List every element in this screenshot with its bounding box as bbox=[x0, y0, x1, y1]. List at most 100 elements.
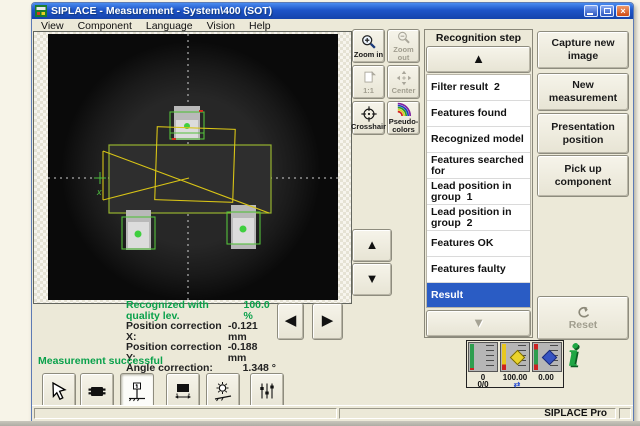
up-triangle-icon: ▲ bbox=[472, 52, 485, 66]
minimize-icon bbox=[587, 13, 593, 15]
quality-label: Recognized with quality lev. bbox=[126, 300, 243, 321]
quality-value: 100.0 % bbox=[243, 300, 276, 321]
camera-viewport: x bbox=[33, 31, 352, 304]
axis-marker bbox=[94, 172, 106, 184]
angle-value: 0.00 bbox=[530, 374, 562, 382]
statusbar-panel-main: SIPLACE Pro bbox=[339, 408, 616, 419]
statusbar-panel-left bbox=[34, 408, 337, 419]
statusbar-product-name: SIPLACE Pro bbox=[544, 408, 607, 419]
center-button: Center bbox=[387, 65, 420, 99]
menu-item-view[interactable]: View bbox=[34, 20, 71, 32]
zoom-out-label: Zoom out bbox=[388, 46, 419, 63]
pos-x-value: -0.121 mm bbox=[228, 321, 276, 342]
indicator-angle bbox=[532, 342, 562, 372]
menu-item-help[interactable]: Help bbox=[242, 20, 278, 32]
pos-x-label: Position correction X: bbox=[126, 321, 228, 342]
minimize-button[interactable] bbox=[584, 5, 598, 17]
list-scroll-up-button[interactable]: ▲ bbox=[426, 46, 531, 73]
recognition-step-item[interactable]: Recognized model bbox=[427, 127, 530, 153]
reset-label: Reset bbox=[569, 319, 598, 332]
component-body-outline bbox=[109, 145, 271, 213]
recognition-step-item[interactable]: Features searched for bbox=[427, 153, 530, 179]
statusbar-panel-right bbox=[619, 408, 631, 419]
capture-new-image-button[interactable]: Capture new image bbox=[537, 31, 629, 69]
recognition-step-list: Filter result 2 Features found Recognize… bbox=[426, 74, 531, 308]
menu-item-component[interactable]: Component bbox=[71, 20, 139, 32]
vision-overlay: x bbox=[48, 34, 338, 300]
one-to-one-label: 1:1 bbox=[363, 87, 374, 95]
count-ratio-value: 0/0 bbox=[468, 381, 498, 389]
status-bar: SIPLACE Pro bbox=[32, 405, 633, 421]
camera-image[interactable]: x bbox=[48, 34, 338, 300]
pos-y-value: -0.188 mm bbox=[228, 342, 276, 363]
recognition-step-item[interactable]: Lead position in group 2 bbox=[427, 205, 530, 231]
new-measurement-button[interactable]: New measurement bbox=[537, 73, 629, 111]
transfer-arrows-icon: ⇄ bbox=[511, 381, 523, 389]
list-scroll-down-button: ▼ bbox=[426, 310, 531, 337]
recognition-step-item-selected[interactable]: Result bbox=[427, 283, 530, 308]
angle-scale-bar bbox=[534, 344, 538, 370]
recognition-step-header: Recognition step bbox=[425, 30, 532, 46]
page-icon bbox=[360, 69, 378, 87]
center-label: Center bbox=[392, 87, 416, 95]
step-up-button[interactable]: ▲ bbox=[352, 229, 392, 262]
pointer-tool-button[interactable] bbox=[42, 373, 76, 409]
pseudo-colors-button[interactable]: Pseudo-colors bbox=[387, 101, 420, 135]
crosshair-icon bbox=[360, 105, 378, 123]
maximize-button[interactable] bbox=[600, 5, 614, 17]
page-margin bbox=[0, 421, 640, 426]
pointer-cursor-icon bbox=[48, 380, 70, 402]
recognition-step-item[interactable]: Features found bbox=[427, 101, 530, 127]
center-arrows-icon bbox=[395, 69, 413, 87]
component-chip-icon bbox=[86, 380, 108, 402]
quality-scale-bar bbox=[502, 344, 506, 370]
info-icon[interactable]: i bbox=[568, 342, 579, 372]
zoom-out-button: Zoom out bbox=[387, 29, 420, 63]
presentation-position-button[interactable]: Presentation position bbox=[537, 113, 629, 154]
indicator-quality bbox=[500, 342, 530, 372]
recognition-step-item[interactable]: Features faulty bbox=[427, 257, 530, 283]
axis-label: x bbox=[96, 187, 102, 197]
recognition-step-item[interactable]: Filter result 2 bbox=[427, 75, 530, 101]
rainbow-icon bbox=[395, 102, 413, 118]
app-window: SIPLACE - Measurement - System\400 (SOT)… bbox=[31, 2, 634, 422]
recognition-step-item[interactable]: Lead position in group 1 bbox=[427, 179, 530, 205]
count-scale-bar bbox=[470, 344, 474, 370]
pick-up-component-button[interactable]: Pick up component bbox=[537, 155, 629, 197]
pseudo-colors-label: Pseudo-colors bbox=[388, 118, 419, 135]
component-tool-button[interactable] bbox=[80, 373, 114, 409]
crosshair-button[interactable]: Crosshair bbox=[352, 101, 385, 135]
undo-icon bbox=[574, 305, 592, 319]
maximize-icon bbox=[604, 8, 611, 14]
menu-item-vision[interactable]: Vision bbox=[200, 20, 242, 32]
title-bar[interactable]: SIPLACE - Measurement - System\400 (SOT)… bbox=[32, 3, 633, 19]
crosshair-label: Crosshair bbox=[351, 123, 386, 131]
recognition-step-panel: Recognition step ▲ Filter result 2 Featu… bbox=[424, 29, 533, 338]
up-triangle-icon: ▲ bbox=[366, 238, 379, 252]
reset-button: Reset bbox=[537, 296, 629, 340]
close-button[interactable]: × bbox=[616, 5, 630, 17]
next-result-button[interactable]: ▶ bbox=[312, 303, 343, 340]
lamp-icon bbox=[212, 380, 234, 402]
step-down-button[interactable]: ▼ bbox=[352, 263, 392, 296]
measure-tool-button[interactable] bbox=[120, 373, 154, 409]
lead-dimension-tool-button[interactable] bbox=[166, 373, 200, 409]
menu-item-language[interactable]: Language bbox=[139, 20, 200, 32]
measure-gauge-icon bbox=[126, 380, 148, 402]
count-scale-ticks bbox=[486, 345, 494, 369]
illumination-tool-button[interactable] bbox=[206, 373, 240, 409]
left-triangle-icon: ◀ bbox=[285, 313, 297, 330]
magnifier-plus-icon bbox=[360, 33, 378, 51]
window-title: SIPLACE - Measurement - System\400 (SOT) bbox=[51, 5, 584, 17]
zoom-in-label: Zoom in bbox=[354, 51, 383, 59]
recognition-step-item[interactable]: Features OK bbox=[427, 231, 530, 257]
one-to-one-button: 1:1 bbox=[352, 65, 385, 99]
right-triangle-icon: ▶ bbox=[322, 313, 334, 330]
adjustment-sliders-tool-button[interactable] bbox=[250, 373, 284, 409]
app-icon bbox=[35, 5, 47, 17]
angle-value: 1.348 ° bbox=[243, 363, 276, 374]
zoom-in-button[interactable]: Zoom in bbox=[352, 29, 385, 63]
measurement-status-text: Measurement successful bbox=[38, 355, 163, 367]
previous-result-button[interactable]: ◀ bbox=[277, 303, 304, 340]
indicator-count bbox=[468, 342, 498, 372]
